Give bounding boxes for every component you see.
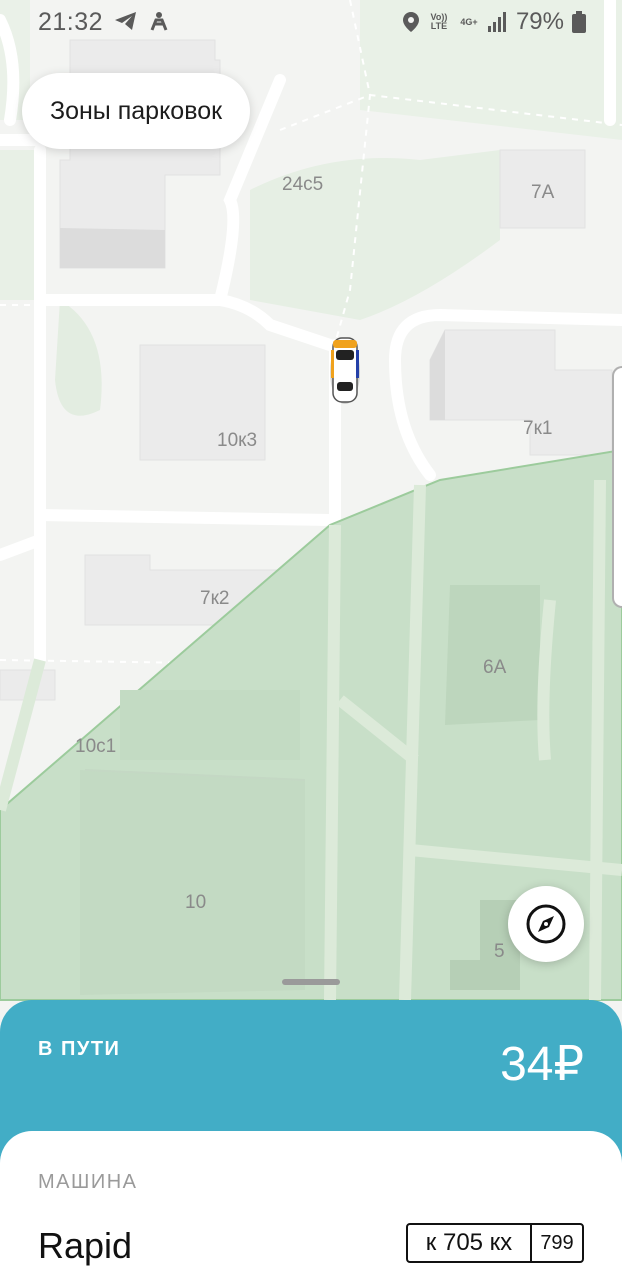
building-label-5: 5 — [494, 941, 505, 962]
side-panel-handle[interactable] — [612, 366, 622, 608]
signal-icon — [487, 12, 506, 32]
building-label-10k3: 10к3 — [217, 430, 258, 451]
network-type: 4G+ — [460, 16, 478, 27]
building-label-7a: 7А — [531, 182, 555, 203]
car-model: Rapid — [38, 1225, 133, 1266]
trip-price: 34₽ — [500, 1038, 584, 1091]
car-marker-icon[interactable] — [330, 337, 360, 404]
building-label-10: 10 — [185, 892, 207, 913]
parking-zones-button[interactable]: Зоны парковок — [22, 73, 251, 149]
status-bar: 21:32 Vo)) LTE 4G+ 79% — [0, 0, 622, 44]
status-time: 21:32 — [38, 8, 104, 36]
mobile-accessibility-icon — [150, 12, 168, 31]
license-plate: к 705 кх 799 — [406, 1223, 584, 1263]
compass-icon — [526, 904, 566, 944]
sheet-grabber[interactable] — [282, 979, 340, 985]
plate-number: к 705 кх — [408, 1225, 532, 1261]
building-label-24c5: 24с5 — [282, 174, 324, 195]
telegram-icon — [115, 12, 136, 30]
trip-status: В ПУТИ — [38, 1038, 121, 1060]
building-label-7k1: 7к1 — [523, 418, 553, 439]
building-label-10c1: 10с1 — [75, 736, 117, 757]
volte-indicator: Vo)) LTE — [430, 12, 448, 31]
building-label-7k2: 7к2 — [200, 588, 230, 609]
battery-percent: 79% — [515, 8, 564, 35]
car-card[interactable]: МАШИНА Rapid к 705 кх 799 — [0, 1131, 622, 1280]
building-label-6a: 6А — [483, 657, 507, 678]
plate-region: 799 — [540, 1231, 574, 1254]
car-section-title: МАШИНА — [38, 1171, 138, 1193]
location-icon — [402, 12, 419, 32]
battery-icon — [572, 11, 586, 33]
compass-button[interactable] — [508, 886, 584, 962]
